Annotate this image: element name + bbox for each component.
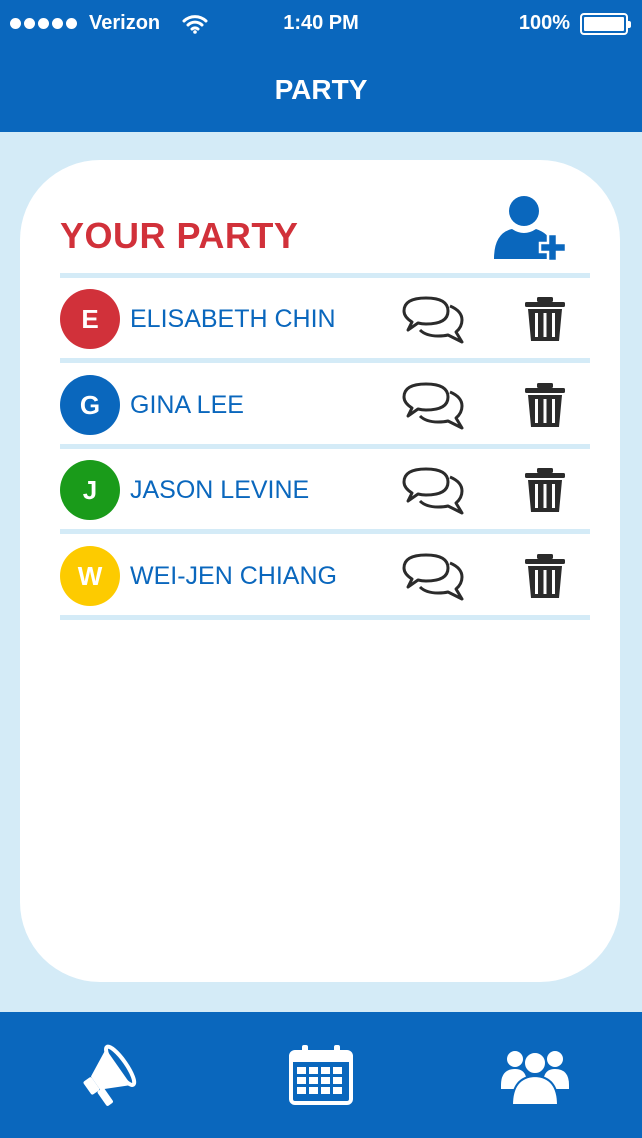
trash-icon[interactable] <box>524 296 566 342</box>
navigation-bar: PARTY <box>0 50 642 132</box>
member-name: JASON LEVINE <box>130 476 310 504</box>
divider <box>60 358 590 363</box>
list-item: E ELISABETH CHIN <box>60 278 590 360</box>
member-name: GINA LEE <box>130 391 244 419</box>
avatar: E <box>60 289 120 349</box>
avatar: W <box>60 546 120 606</box>
tab-calendar[interactable] <box>214 1012 428 1138</box>
battery-fill <box>584 16 624 31</box>
list-item: W WEI-JEN CHIANG <box>60 535 590 617</box>
avatar: J <box>60 460 120 520</box>
list-item: G GINA LEE <box>60 364 590 446</box>
card-title: YOUR PARTY <box>60 215 299 256</box>
page-title: PARTY <box>274 74 368 105</box>
tab-party[interactable] <box>428 1012 642 1138</box>
trash-icon[interactable] <box>524 382 566 428</box>
tab-announcements[interactable] <box>0 1012 214 1138</box>
member-name: ELISABETH CHIN <box>130 305 336 333</box>
chat-bubbles-icon[interactable] <box>398 292 468 348</box>
chat-bubbles-icon[interactable] <box>398 549 468 605</box>
group-icon <box>501 1051 569 1106</box>
list-item: J JASON LEVINE <box>60 449 590 531</box>
chat-bubbles-icon[interactable] <box>398 378 468 434</box>
add-user-icon[interactable] <box>490 193 570 271</box>
megaphone-icon <box>83 1044 137 1106</box>
tab-bar <box>0 1012 642 1138</box>
status-bar: Verizon 1:40 PM 100% <box>0 0 642 50</box>
chat-bubbles-icon[interactable] <box>398 463 468 519</box>
trash-icon[interactable] <box>524 553 566 599</box>
battery-icon <box>580 12 631 35</box>
avatar: G <box>60 375 120 435</box>
party-card: YOUR PARTY E ELISABETH CHIN G GINA LEE J… <box>20 160 620 982</box>
divider <box>60 615 590 620</box>
calendar-icon <box>289 1045 353 1105</box>
trash-icon[interactable] <box>524 467 566 513</box>
battery-percent: 100% <box>518 12 570 34</box>
divider <box>60 529 590 534</box>
status-right: 100% <box>518 12 631 35</box>
member-name: WEI-JEN CHIANG <box>130 562 337 590</box>
